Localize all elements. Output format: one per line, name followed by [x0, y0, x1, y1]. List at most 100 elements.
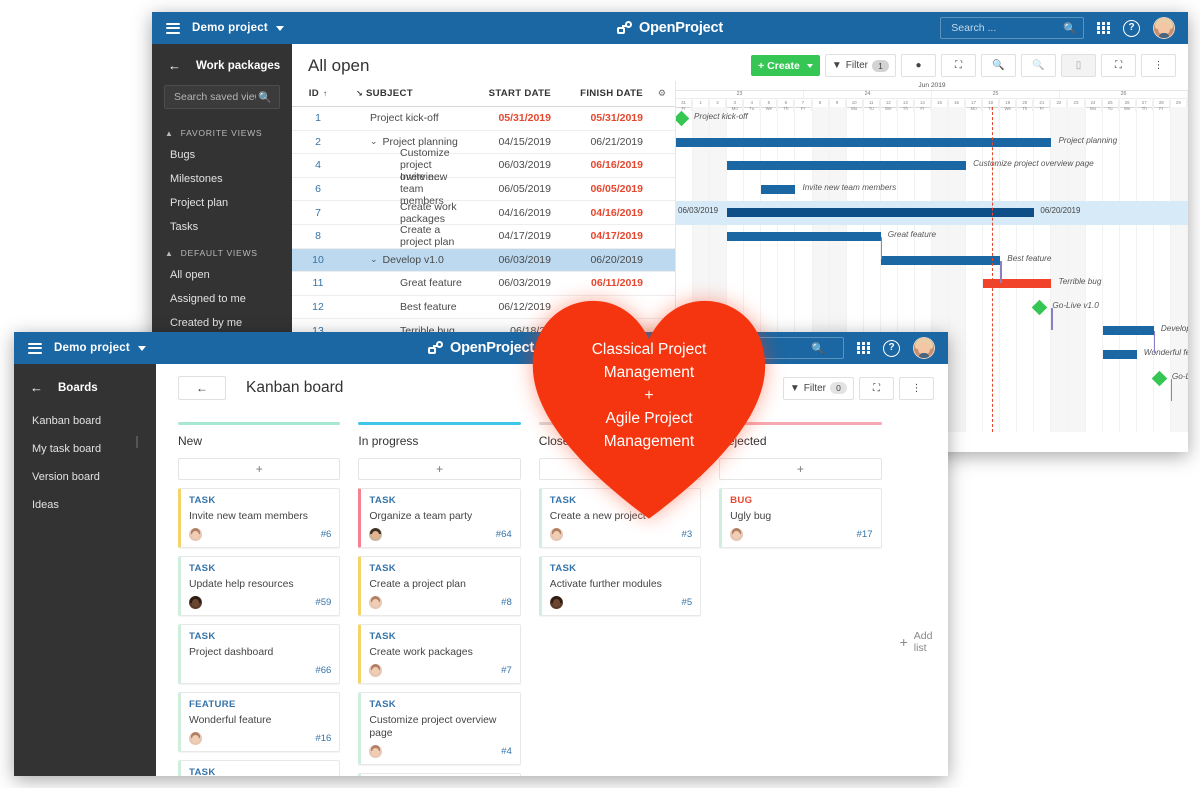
card-number[interactable]: #64 [496, 529, 512, 540]
kanban-card[interactable]: TASK Project dashboard #66 [178, 624, 341, 684]
card-number[interactable]: #5 [682, 597, 693, 608]
filter-button[interactable]: ▼ Filter 1 [824, 54, 896, 77]
gantt-milestone[interactable] [1032, 299, 1048, 316]
gantt-bar[interactable] [761, 184, 796, 194]
user-avatar[interactable] [1153, 17, 1175, 39]
row-finish-date[interactable]: 04/16/2019 [557, 207, 649, 219]
kanban-card[interactable]: TASK Invite new team members #6 [178, 488, 341, 548]
help-circle-icon[interactable]: ? [883, 339, 900, 357]
row-id[interactable]: 10 [292, 254, 344, 266]
card-number[interactable]: #3 [682, 529, 693, 540]
chevron-down-icon[interactable] [137, 345, 146, 351]
row-subject[interactable]: Project kick-off [344, 112, 465, 124]
kanban-card[interactable]: BUG Ugly bug #17 [719, 488, 882, 548]
card-number[interactable]: #4 [501, 746, 512, 757]
table-row[interactable]: 10 ⌄ Develop v1.0 06/03/2019 06/20/2019 [292, 248, 675, 273]
info-button[interactable]: ● [901, 54, 936, 77]
gantt-bar[interactable] [676, 137, 1052, 147]
column-header-subject[interactable]: ↘ SUBJECT [344, 88, 465, 99]
zoom-in-button[interactable]: 🔍 [981, 54, 1016, 77]
assignee-avatar[interactable] [189, 596, 202, 609]
project-name[interactable]: Demo project [192, 22, 268, 34]
assignee-avatar[interactable] [369, 664, 383, 677]
row-id[interactable]: 4 [292, 159, 344, 171]
help-circle-icon[interactable]: ? [1123, 19, 1140, 37]
kanban-card[interactable]: TASK Customize project overview page #4 [358, 692, 521, 765]
card-number[interactable]: #59 [315, 597, 331, 608]
row-subject[interactable]: Create a project plan [344, 224, 465, 248]
fullscreen-button[interactable]: ⛶ [859, 376, 894, 400]
gantt-milestone[interactable] [1151, 370, 1168, 386]
sidebar-item-my-task-board[interactable]: My task board [14, 435, 156, 463]
card-number[interactable]: #8 [501, 597, 512, 608]
back-button[interactable]: ← [178, 376, 226, 400]
table-row[interactable]: 11 Great feature 06/03/2019 06/11/2019 [292, 272, 675, 296]
assignee-avatar[interactable] [549, 528, 563, 541]
auto-zoom-button[interactable]: ▯ [1061, 54, 1096, 77]
row-id[interactable]: 11 [292, 277, 344, 289]
user-avatar[interactable] [913, 337, 935, 359]
kanban-card[interactable]: TASKNew merchandising material#63 [358, 773, 521, 776]
sidebar-item-assigned-to-me[interactable]: Assigned to me [152, 287, 292, 311]
more-button[interactable]: ⋮ [1141, 54, 1176, 77]
row-id[interactable]: 6 [292, 183, 344, 195]
search-input[interactable] [667, 341, 811, 355]
grid-apps-icon[interactable] [1097, 21, 1110, 35]
card-number[interactable]: #16 [315, 733, 331, 744]
assignee-avatar[interactable] [189, 528, 202, 541]
row-start-date[interactable]: 06/03/2019 [465, 159, 557, 171]
row-finish-date[interactable]: 06/21/2019 [557, 136, 649, 148]
kanban-card[interactable]: TASK Create a new project #3 [538, 488, 702, 548]
assignee-avatar[interactable] [369, 745, 383, 758]
row-subject[interactable]: Great feature [344, 277, 465, 289]
table-row[interactable]: 1 Project kick-off 05/31/2019 05/31/2019 [292, 107, 675, 131]
chevron-down-icon[interactable]: ⌄ [370, 254, 378, 265]
kanban-card[interactable]: TASKTake new screenshots#61 [178, 760, 341, 776]
gantt-bar[interactable] [1102, 326, 1154, 336]
chevron-down-icon[interactable]: ⌄ [370, 136, 378, 147]
row-start-date[interactable]: 06/05/2019 [465, 183, 557, 195]
row-id[interactable]: 8 [292, 230, 344, 242]
sidebar-item-kanban-board[interactable]: Kanban board [14, 407, 156, 435]
column-header-finish-date[interactable]: FINISH DATE [557, 88, 649, 99]
add-card-button[interactable]: + [538, 458, 702, 480]
row-finish-date[interactable]: 06/11/2019 [557, 277, 649, 289]
filter-button[interactable]: ▼ Filter 0 [782, 376, 854, 400]
row-start-date[interactable]: 04/15/2019 [465, 136, 557, 148]
sidebar-item-version-board[interactable]: Version board [14, 463, 156, 491]
gantt-bar[interactable] [1102, 349, 1137, 359]
card-number[interactable]: #7 [501, 665, 512, 676]
sidebar-item-all-open[interactable]: All open [152, 263, 292, 287]
sidebar-group-1[interactable]: ▲ DEFAULT VIEWS [152, 239, 292, 263]
global-search[interactable]: 🔍 [940, 17, 1084, 39]
row-finish-date[interactable]: 06/05/2019 [557, 183, 649, 195]
row-start-date[interactable]: 04/16/2019 [465, 207, 557, 219]
gantt-bar[interactable] [983, 279, 1052, 289]
hamburger-icon[interactable] [166, 22, 180, 34]
more-button[interactable]: ⋮ [899, 376, 934, 400]
sidebar-item-bugs[interactable]: Bugs [152, 143, 292, 167]
card-number[interactable]: #17 [857, 529, 873, 540]
saved-views-search-input[interactable] [172, 90, 259, 104]
table-row[interactable]: 12 Best feature 06/12/2019 [292, 296, 675, 320]
add-card-button[interactable]: + [358, 458, 521, 480]
assignee-avatar[interactable] [189, 732, 202, 745]
card-number[interactable]: #66 [315, 665, 331, 676]
add-card-button[interactable]: + [719, 458, 882, 480]
assignee-avatar[interactable] [549, 596, 563, 609]
hamburger-icon[interactable] [28, 342, 42, 354]
row-finish-date[interactable]: 06/20/2019 [557, 254, 649, 266]
table-row[interactable]: 8 Create a project plan 04/17/2019 04/17/20… [292, 224, 675, 249]
grid-apps-icon[interactable] [857, 341, 870, 355]
arrow-left-icon[interactable]: ← [168, 58, 186, 73]
row-start-date[interactable]: 04/17/2019 [465, 230, 557, 242]
row-id[interactable]: 7 [292, 207, 344, 219]
search-icon[interactable]: 🔍 [811, 342, 825, 355]
row-subject[interactable]: Create work packages [344, 201, 465, 225]
card-number[interactable]: #6 [321, 529, 332, 540]
search-input[interactable] [949, 21, 1064, 35]
add-card-button[interactable]: + [178, 458, 341, 480]
kanban-card[interactable]: FEATURE Wonderful feature #16 [178, 692, 341, 752]
zoom-out-button[interactable]: 🔍 [1021, 54, 1056, 77]
search-icon[interactable]: 🔍 [1063, 22, 1077, 35]
